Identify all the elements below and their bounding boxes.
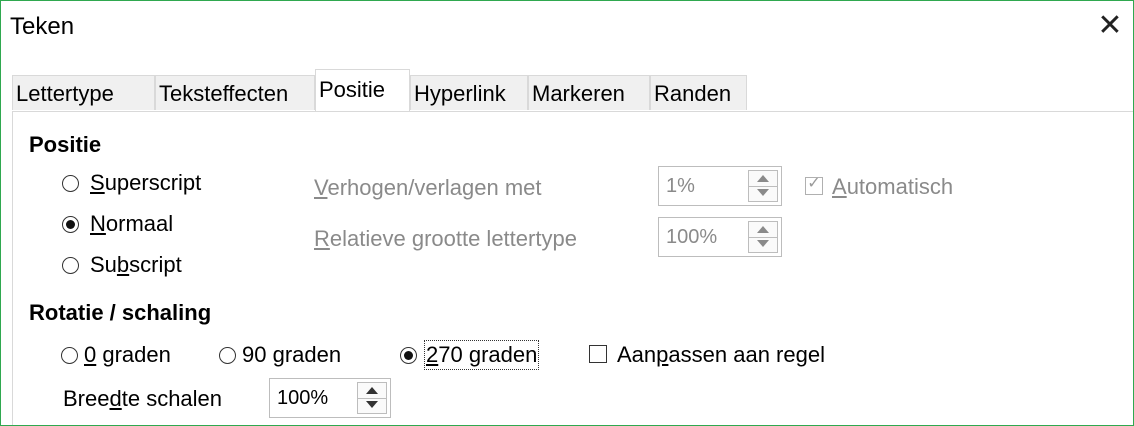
radio-button[interactable] [62, 216, 79, 233]
tab-lettertype[interactable]: Lettertype [12, 75, 155, 110]
raise-lower-value: 1% [666, 175, 695, 197]
fit-to-line-label: Aanpassen aan regel [617, 342, 825, 367]
tab-teksteffecten[interactable]: Teksteffecten [155, 75, 315, 110]
radio-button[interactable] [219, 347, 236, 364]
arrow-up-icon[interactable] [749, 171, 777, 187]
relative-size-value: 100% [666, 226, 718, 248]
radio-90-graden[interactable]: 90 graden [209, 340, 379, 370]
automatic-label: Automatisch [832, 174, 954, 199]
window-title: Teken [10, 13, 75, 40]
radio-button[interactable] [62, 175, 79, 192]
radio-subscript[interactable]: Subscript [51, 246, 251, 277]
raise-lower-label: Verhogen/verlagen met [314, 175, 542, 200]
radio-normaal-label: Normaal [90, 211, 174, 236]
radio-90-graden-label: 90 graden [242, 342, 342, 367]
checkbox[interactable] [589, 345, 607, 363]
arrow-down-icon[interactable] [358, 398, 386, 413]
tab-hyperlink[interactable]: Hyperlink [410, 75, 528, 110]
radio-button[interactable] [61, 347, 78, 364]
title-bar: Teken ✕ [1, 1, 1133, 53]
radio-0-graden[interactable]: 0 graden [51, 340, 201, 370]
section-heading-position: Positie [29, 132, 102, 157]
close-icon[interactable]: ✕ [1093, 7, 1127, 47]
radio-270-graden[interactable]: 270 graden [390, 340, 570, 370]
radio-0-graden-label: 0 graden [84, 342, 171, 367]
radio-270-graden-label: 270 graden [423, 340, 540, 370]
radio-normaal[interactable]: Normaal [51, 205, 251, 236]
spin-buttons [357, 382, 387, 414]
tab-randen[interactable]: Randen [650, 75, 747, 110]
arrow-down-icon[interactable] [749, 186, 777, 201]
radio-superscript-label: Superscript [90, 170, 202, 195]
spin-buttons [748, 170, 778, 202]
radio-button[interactable] [62, 257, 79, 274]
arrow-up-icon[interactable] [358, 383, 386, 399]
relative-size-spinbox[interactable]: 100% [658, 217, 782, 257]
automatic-checkbox[interactable]: ✓ Automatisch [803, 168, 1003, 202]
checkbox[interactable]: ✓ [805, 175, 823, 195]
arrow-down-icon[interactable] [749, 237, 777, 252]
scale-width-value: 100% [277, 387, 329, 409]
scale-width-spinbox[interactable]: 100% [269, 378, 391, 418]
radio-subscript-label: Subscript [90, 252, 182, 277]
checkmark-icon: ✓ [807, 175, 821, 192]
section-heading-rotation: Rotatie / schaling [29, 300, 212, 325]
fit-to-line-checkbox[interactable]: Aanpassen aan regel [586, 340, 876, 370]
tab-positie[interactable]: Positie [315, 69, 410, 111]
relative-size-label: Relatieve grootte lettertype [314, 226, 577, 251]
character-dialog: Teken ✕ Lettertype Teksteffecten Positie… [0, 0, 1134, 426]
spin-buttons [748, 221, 778, 253]
radio-button[interactable] [400, 347, 417, 364]
radio-superscript[interactable]: Superscript [51, 164, 251, 195]
raise-lower-spinbox[interactable]: 1% [658, 166, 782, 206]
tab-panel-positie: Positie Superscript Normaal Subscript Ve… [12, 111, 1133, 425]
arrow-up-icon[interactable] [749, 222, 777, 238]
scale-width-label: Breedte schalen [63, 386, 223, 411]
tab-markeren[interactable]: Markeren [528, 75, 650, 110]
